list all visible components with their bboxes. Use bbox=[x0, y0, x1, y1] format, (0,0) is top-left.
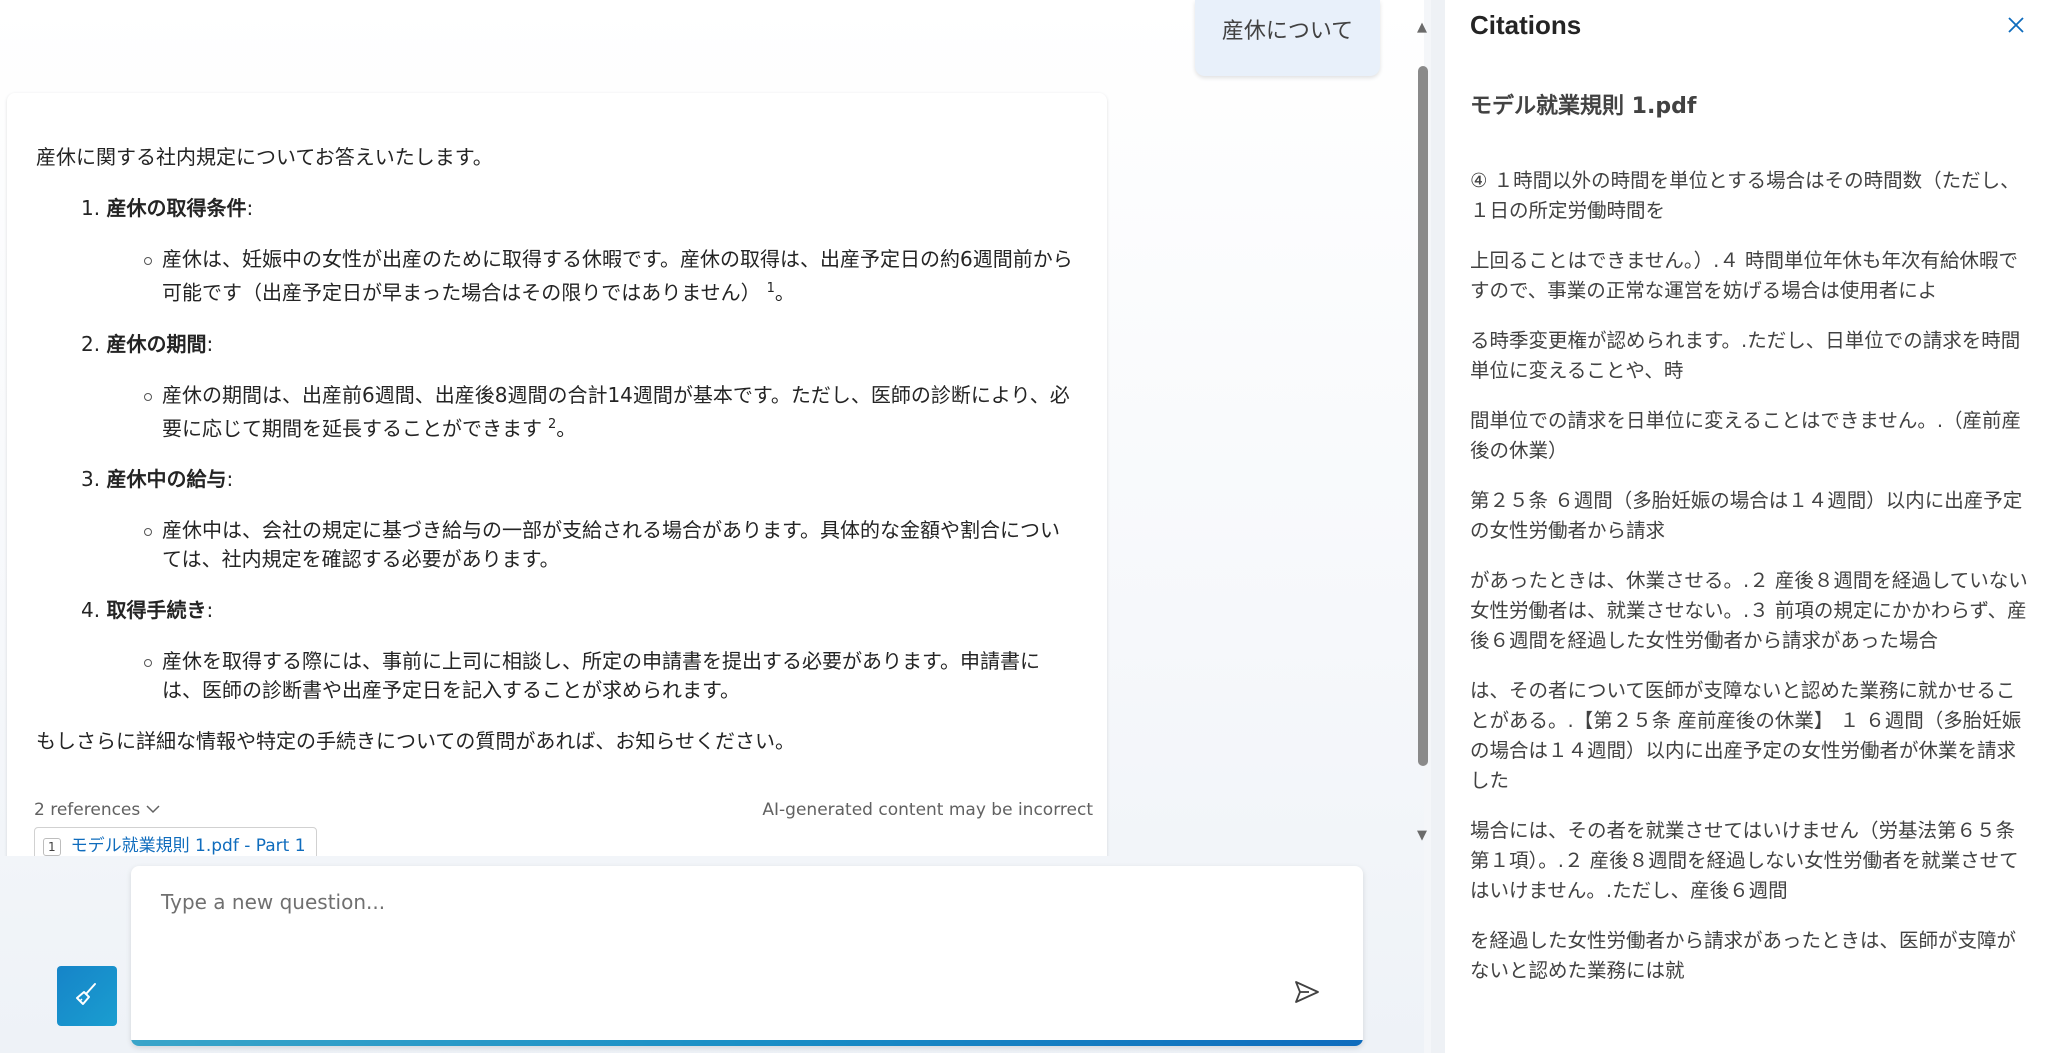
question-composer bbox=[131, 866, 1363, 1046]
citation-paragraph: は、その者について医師が支障ないと認めた業務に就かせることがある。.【第２５条 … bbox=[1470, 679, 2022, 792]
send-button[interactable] bbox=[1289, 976, 1325, 1012]
question-input[interactable] bbox=[131, 866, 1363, 986]
chat-area: 産休について 産休に関する社内規定についてお答えいたします。 1. 産休の取得条… bbox=[0, 0, 1428, 1053]
answer-section: 2. 産休の期間: 産休の期間は、出産前6週間、出産後8週間の合計14週間が基本… bbox=[36, 330, 1079, 444]
citation-paragraph: があったときは、休業させる。.２ 産後８週間を経過していない女性労働者は、就業さ… bbox=[1470, 569, 2028, 652]
scroll-down-arrow-icon[interactable]: ▼ bbox=[1413, 828, 1431, 844]
section-text-end: 。 bbox=[774, 280, 795, 305]
reference-number: 1 bbox=[43, 837, 61, 856]
user-message-text: 産休について bbox=[1221, 19, 1354, 44]
citation-file-name: モデル就業規則 1.pdf bbox=[1470, 94, 1697, 119]
citation-paragraph: 間単位での請求を日単位に変えることはできません。.（産前産後の休業） bbox=[1470, 409, 2022, 462]
answer-footer: 2 references AI-generated content may be… bbox=[34, 796, 1093, 825]
answer-section: 4. 取得手続き: 産休を取得する際には、事前に上司に相談し、所定の申請書を提出… bbox=[36, 596, 1079, 705]
composer-accent-bar bbox=[131, 1040, 1363, 1046]
answer-section: 3. 産休中の給与: 産休中は、会社の規定に基づき給与の一部が支給される場合があ… bbox=[36, 465, 1079, 574]
citation-paragraph: る時季変更権が認められます。.ただし、日単位での請求を時間単位に変えることや、時 bbox=[1470, 329, 2021, 382]
citation-paragraph: を経過した女性労働者から請求があったときは、医師が支障がないと認めた業務には就 bbox=[1470, 929, 2017, 982]
section-number: 4. bbox=[81, 598, 101, 623]
section-text: 産休を取得する際には、事前に上司に相談し、所定の申請書を提出する必要があります。… bbox=[162, 649, 1040, 703]
citation-paragraph: 場合には、その者を就業させてはいけません（労基法第６５条第１項）。.２ 産後８週… bbox=[1470, 819, 2019, 902]
ai-disclaimer: AI-generated content may be incorrect bbox=[762, 800, 1093, 820]
chevron-down-icon bbox=[146, 796, 160, 825]
section-heading: 取得手続き bbox=[106, 598, 207, 623]
answer-section: 1. 産休の取得条件: 産休は、妊娠中の女性が出産のために取得する休暇です。産休… bbox=[36, 194, 1079, 308]
references-toggle[interactable]: 2 references bbox=[34, 796, 160, 825]
panel-divider[interactable] bbox=[1431, 0, 1445, 1053]
scroll-up-arrow-icon[interactable]: ▲ bbox=[1413, 20, 1431, 36]
citations-header: Citations bbox=[1470, 10, 2028, 40]
user-message: 産休について bbox=[1195, 0, 1380, 76]
section-title: 2. 産休の期間: bbox=[81, 331, 214, 356]
section-heading: 産休の期間 bbox=[106, 331, 207, 356]
citation-paragraph: ④ １時間以外の時間を単位とする場合はその時間数（ただし、１日の所定労働時間を bbox=[1470, 169, 2020, 222]
citation-content: ④ １時間以外の時間を単位とする場合はその時間数（ただし、１日の所定労働時間を … bbox=[1470, 166, 2028, 986]
section-title: 4. 取得手続き: bbox=[81, 598, 214, 623]
section-text: 産休中は、会社の規定に基づき給与の一部が支給される場合があります。具体的な金額や… bbox=[162, 518, 1060, 572]
broom-icon bbox=[73, 980, 101, 1012]
clear-chat-button[interactable] bbox=[57, 966, 117, 1026]
chat-scrollbar[interactable]: ▲ ▼ bbox=[1413, 14, 1431, 854]
section-title: 3. 産休中の給与: bbox=[81, 467, 234, 492]
answer-intro: 産休に関する社内規定についてお答えいたします。 bbox=[36, 145, 493, 169]
section-text: 産休の期間は、出産前6週間、出産後8週間の合計14週間が基本です。ただし、医師の… bbox=[162, 382, 1070, 441]
section-body: 産休の期間は、出産前6週間、出産後8週間の合計14週間が基本です。ただし、医師の… bbox=[144, 381, 1079, 444]
section-body: 産休を取得する際には、事前に上司に相談し、所定の申請書を提出する必要があります。… bbox=[144, 647, 1079, 705]
reference-chip[interactable]: 1 モデル就業規則 1.pdf - Part 1 bbox=[34, 827, 317, 856]
citations-panel: Citations モデル就業規則 1.pdf ④ １時間以外の時間を単位とする… bbox=[1445, 0, 2048, 1053]
section-number: 2. bbox=[81, 331, 101, 356]
section-body: 産休は、妊娠中の女性が出産のために取得する休暇です。産休の取得は、出産予定日の約… bbox=[144, 245, 1079, 308]
citation-marker[interactable]: 1 bbox=[767, 281, 775, 296]
answer-list: 1. 産休の取得条件: 産休は、妊娠中の女性が出産のために取得する休暇です。産休… bbox=[36, 194, 1079, 705]
section-text-end: 。 bbox=[556, 416, 577, 441]
section-heading: 産休の取得条件 bbox=[106, 196, 247, 220]
citations-title: Citations bbox=[1470, 9, 1582, 40]
section-body: 産休中は、会社の規定に基づき給与の一部が支給される場合があります。具体的な金額や… bbox=[144, 516, 1079, 574]
send-icon bbox=[1293, 979, 1321, 1009]
citation-paragraph: 第２５条 ６週間（多胎妊娠の場合は１４週間）以内に出産予定の女性労働者から請求 bbox=[1470, 489, 2023, 542]
chat-scroll-region[interactable]: 産休について 産休に関する社内規定についてお答えいたします。 1. 産休の取得条… bbox=[0, 0, 1424, 856]
reference-label: モデル就業規則 1.pdf - Part 1 bbox=[70, 836, 306, 856]
section-number: 1. bbox=[81, 196, 101, 220]
section-title: 1. 産休の取得条件: bbox=[81, 196, 254, 220]
scrollbar-thumb[interactable] bbox=[1418, 66, 1428, 766]
section-heading: 産休中の給与 bbox=[106, 467, 227, 492]
section-number: 3. bbox=[81, 467, 101, 492]
answer-outro: もしさらに詳細な情報や特定の手続きについての質問があれば、お知らせください。 bbox=[36, 729, 795, 754]
assistant-answer-card: 産休に関する社内規定についてお答えいたします。 1. 産休の取得条件: 産休は、… bbox=[7, 93, 1107, 856]
close-icon[interactable] bbox=[2004, 13, 2028, 37]
references-label: 2 references bbox=[34, 800, 141, 820]
citation-paragraph: 上回ることはできません。）.４ 時間単位年休も年次有給休暇ですので、事業の正常な… bbox=[1470, 249, 2019, 302]
section-text: 産休は、妊娠中の女性が出産のために取得する休暇です。産休の取得は、出産予定日の約… bbox=[162, 247, 1073, 305]
